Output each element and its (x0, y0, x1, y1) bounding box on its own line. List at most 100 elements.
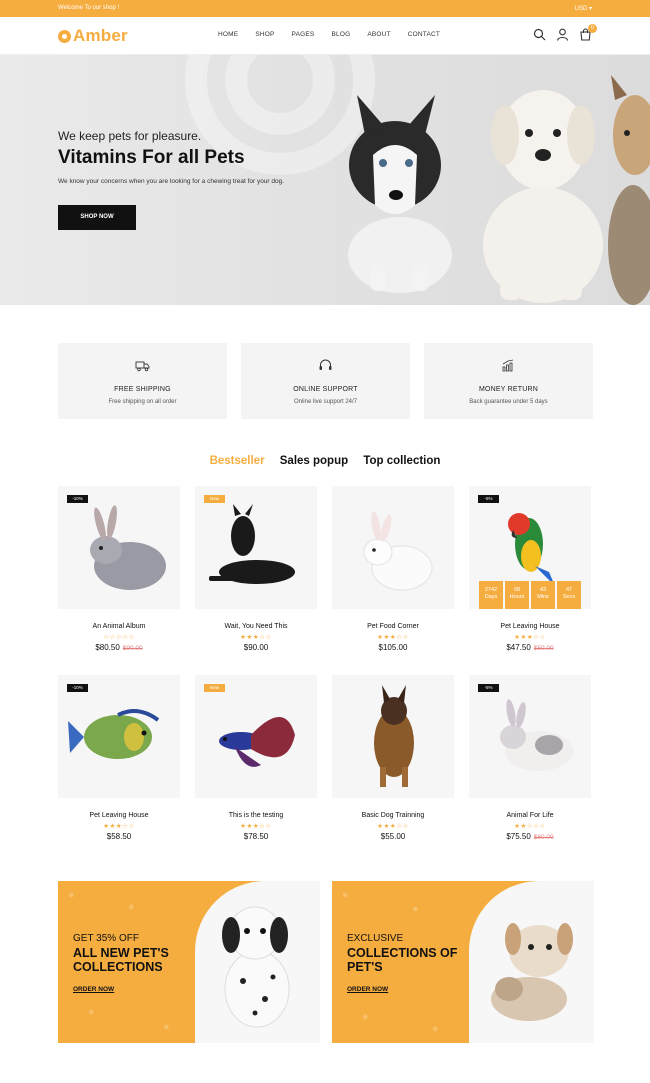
product-image[interactable] (332, 486, 454, 609)
countdown-hours: 08 Hours (505, 581, 529, 609)
banner-image-area (195, 881, 320, 1043)
discount-badge: -5% (478, 684, 499, 692)
product-price: $58.50 (58, 832, 180, 841)
product-card[interactable]: -10% An Animal Album ☆☆☆☆☆ $80.50 $90.00 (58, 486, 180, 652)
rating-stars: ☆☆☆☆☆ (103, 634, 135, 641)
old-price: $90.00 (122, 645, 143, 652)
currency-selector[interactable]: USD ▾ (575, 5, 592, 12)
product-tabs: Bestseller Sales popup Top collection (0, 455, 650, 467)
welcome-text: Welcome To our shop ! (58, 5, 120, 11)
paw-icon: ● (163, 1021, 170, 1033)
countdown-mins: 43 Mins (531, 581, 555, 609)
user-icon[interactable] (556, 28, 569, 41)
nav-contact[interactable]: CONTACT (408, 31, 440, 38)
product-price: $75.50 $80.00 (469, 832, 591, 841)
rating-stars: ★★★☆☆ (103, 823, 135, 830)
nav-home[interactable]: HOME (218, 31, 238, 38)
countdown-timer: 2742 Days 08 Hours 43 Mins 47 Secs (479, 581, 581, 609)
service-title: MONEY RETURN (478, 386, 539, 393)
promo-banner-discount[interactable]: ● ● ● ● GET 35% OFF ALL NEW PET'S COLLEC… (58, 881, 320, 1043)
product-image[interactable]: -5% 2742 Days 08 Hours 43 Mins 47 Secs (469, 486, 591, 609)
search-icon[interactable] (533, 28, 546, 41)
product-price: $47.50 $50.00 (469, 643, 591, 652)
cart-icon[interactable]: 0 (579, 24, 597, 41)
product-name[interactable]: Wait, You Need This (195, 623, 317, 630)
product-price: $90.00 (195, 643, 317, 652)
rating-stars: ★★★☆☆ (514, 634, 546, 641)
logo-text: Amber (73, 26, 128, 45)
product-card[interactable]: New Wait, You Need This ★★★☆☆ $90.00 (195, 486, 317, 652)
nav-shop[interactable]: SHOP (255, 31, 274, 38)
service-money-return: MONEY RETURN Back guarantee under 5 days (424, 343, 593, 419)
discount-badge: -10% (67, 684, 88, 692)
tab-top-collection[interactable]: Top collection (363, 455, 440, 467)
product-card[interactable]: New This is the testing ★★★☆☆ $78.50 (195, 675, 317, 841)
rating-stars: ★★★☆☆ (377, 634, 409, 641)
countdown-days: 2742 Days (479, 581, 503, 609)
logo-icon (58, 29, 71, 43)
discount-badge: -10% (67, 495, 88, 503)
current-price: $47.50 (506, 643, 531, 652)
current-price: $75.50 (506, 832, 531, 841)
old-price: $50.00 (533, 645, 554, 652)
puppy-kitten-image (491, 923, 573, 1021)
service-subtitle: Back guarantee under 5 days (469, 399, 548, 405)
product-name[interactable]: Basic Dog Trainning (332, 812, 454, 819)
product-name[interactable]: Pet Leaving House (469, 623, 591, 630)
promo-banner-exclusive[interactable]: ● ● ● ● EXCLUSIVE COLLECTIONS OF PET'S O… (332, 881, 594, 1043)
tab-sales-popup[interactable]: Sales popup (280, 455, 348, 467)
product-image[interactable]: -10% (58, 486, 180, 609)
paw-icon: ● (128, 901, 135, 913)
product-image[interactable]: -10% (58, 675, 180, 798)
order-now-link[interactable]: ORDER NOW (73, 986, 114, 993)
nav-pages[interactable]: PAGES (292, 31, 315, 38)
hero-description: We know your concerns when you are looki… (58, 178, 285, 185)
product-image[interactable] (332, 675, 454, 798)
product-card[interactable]: Pet Food Corner ★★★☆☆ $105.00 (332, 486, 454, 652)
cart-count-badge: 0 (588, 24, 597, 33)
chart-icon (502, 359, 514, 372)
paw-icon: ● (68, 889, 75, 901)
main-nav: HOME SHOP PAGES BLOG ABOUT CONTACT (218, 31, 457, 38)
logo[interactable]: Amber (58, 26, 128, 46)
product-price: $80.50 $90.00 (58, 643, 180, 652)
product-price: $55.00 (332, 832, 454, 841)
product-image[interactable]: -5% (469, 675, 591, 798)
service-subtitle: Online live support 24/7 (293, 399, 358, 405)
rating-stars: ★★★☆☆ (240, 634, 272, 641)
product-name[interactable]: An Animal Album (58, 623, 180, 630)
service-online-support: ONLINE SUPPORT Online live support 24/7 (241, 343, 410, 419)
product-name[interactable]: Pet Food Corner (332, 623, 454, 630)
product-name[interactable]: Animal For Life (469, 812, 591, 819)
tab-bestseller[interactable]: Bestseller (210, 455, 265, 467)
new-badge: New (204, 684, 225, 692)
banner-title: COLLECTIONS OF PET'S (347, 946, 458, 974)
header-icons: 0 (533, 24, 597, 41)
nav-blog[interactable]: BLOG (331, 31, 350, 38)
product-card[interactable]: -10% Pet Leaving House ★★★☆☆ $58.50 (58, 675, 180, 841)
paw-icon: ● (412, 903, 419, 915)
hero-dogs-image (348, 75, 650, 305)
white-rabbit-image (363, 511, 433, 591)
product-image[interactable]: New (195, 675, 317, 798)
rabbit-image (90, 505, 166, 590)
product-card[interactable]: -5% Animal For Life ★★☆☆☆ $75.50 $80.00 (469, 675, 591, 841)
service-title: ONLINE SUPPORT (293, 386, 358, 393)
hero-tagline: We keep pets for pleasure. (58, 129, 202, 143)
shop-now-button[interactable]: SHOP NOW (58, 205, 136, 230)
product-price: $105.00 (332, 643, 454, 652)
product-card[interactable]: Basic Dog Trainning ★★★☆☆ $55.00 (332, 675, 454, 841)
nav-about[interactable]: ABOUT (367, 31, 390, 38)
product-name[interactable]: Pet Leaving House (58, 812, 180, 819)
fish-image (68, 709, 160, 759)
paw-icon: ● (362, 1011, 369, 1023)
order-now-link[interactable]: ORDER NOW (347, 986, 388, 993)
product-name[interactable]: This is the testing (195, 812, 317, 819)
product-card[interactable]: -5% 2742 Days 08 Hours 43 Mins 47 Secs Pet L… (469, 486, 591, 652)
old-price: $80.00 (533, 834, 554, 841)
rating-stars: ★★☆☆☆ (514, 823, 546, 830)
new-badge: New (204, 495, 225, 503)
hero-banner: We keep pets for pleasure. Vitamins For … (0, 55, 650, 305)
product-image[interactable]: New (195, 486, 317, 609)
banner-title: ALL NEW PET'S COLLECTIONS (73, 946, 169, 974)
